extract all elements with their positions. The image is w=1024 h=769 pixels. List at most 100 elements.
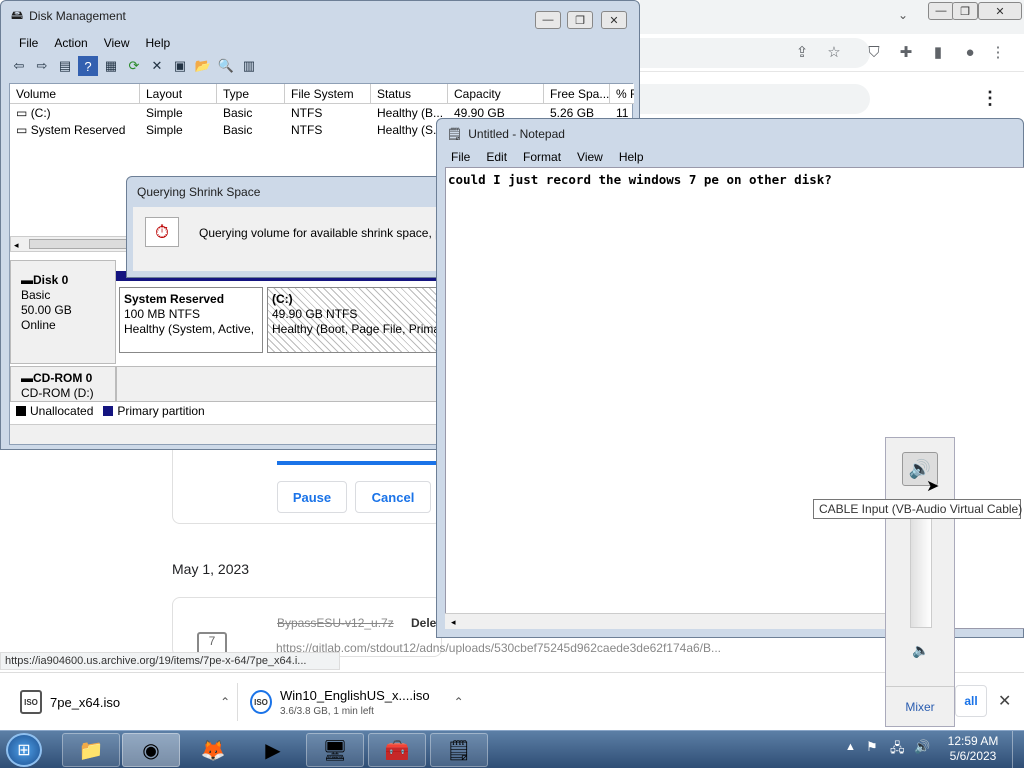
clock[interactable]: 12:59 AM 5/6/2023 (944, 734, 1002, 764)
chevron-up-icon[interactable]: ⌃ (454, 695, 464, 709)
view-icon[interactable]: ▦ (101, 56, 121, 76)
shelf-item-progress: 3.6/3.8 GB, 1 min left (280, 705, 374, 717)
pause-button[interactable]: Pause (277, 481, 347, 513)
menu-view[interactable]: View (104, 36, 130, 50)
forward-icon[interactable]: ⇨ (32, 56, 52, 76)
notepad-icon: 🗒 (447, 127, 463, 141)
col-filesystem[interactable]: File System (285, 84, 371, 104)
chevron-down-icon[interactable]: ⌄ (898, 8, 908, 22)
cell-volume: (C:) (30, 106, 51, 120)
menu-help[interactable]: Help (146, 36, 171, 50)
horizontal-scrollbar[interactable]: ◂ (445, 613, 885, 629)
volume-tray-icon[interactable]: 🔊 (914, 739, 930, 755)
window-title: Disk Management (29, 9, 126, 23)
partition-c-drive[interactable]: (C:) 49.90 GB NTFS Healthy (Boot, Page F… (267, 287, 440, 353)
console-tree-icon[interactable]: ▤ (55, 56, 75, 76)
profile-avatar-icon[interactable]: ● (958, 40, 982, 64)
start-button[interactable]: ⊞ (6, 733, 42, 767)
old-download-name[interactable]: BypassESU-v12_u.7z (277, 616, 394, 630)
old-download-url[interactable]: https://gitlab.com/stdout12/adns/uploads… (276, 641, 721, 655)
menu-action[interactable]: Action (54, 36, 87, 50)
mixer-link[interactable]: Mixer (886, 686, 954, 726)
scrollbar-thumb[interactable] (29, 239, 139, 249)
disk0-state: Online (21, 318, 56, 332)
network-icon[interactable]: 🖧 (890, 739, 905, 761)
menu-bar: File Action View Help (11, 33, 170, 53)
cdrom-media[interactable] (116, 366, 440, 402)
col-percent-free[interactable]: % F (610, 84, 634, 104)
col-status[interactable]: Status (371, 84, 448, 104)
cell-fs: NTFS (291, 106, 323, 120)
clock-date: 5/6/2023 (949, 749, 997, 763)
extensions-icon[interactable]: ✚ (894, 40, 918, 64)
partition-name: System Reserved (124, 292, 225, 306)
show-all-button[interactable]: all (955, 685, 987, 717)
download-shelf: ISO 7pe_x64.iso ⌃ ISO Win10_EnglishUS_x.… (0, 672, 1024, 730)
maximize-button[interactable]: ❐ (952, 2, 978, 20)
cdrom-name: CD-ROM 0 (33, 371, 93, 385)
shelf-item-name: 7pe_x64.iso (50, 694, 121, 710)
maximize-button[interactable]: ❐ (567, 11, 593, 29)
close-shelf-icon[interactable]: ✕ (998, 691, 1011, 711)
volume-slider[interactable] (910, 518, 932, 628)
help-icon[interactable]: ? (78, 56, 98, 76)
disk-icon: 🖴 (11, 7, 24, 22)
cancel-button[interactable]: Cancel (355, 481, 431, 513)
chrome-taskbar-icon[interactable]: ◉ (122, 733, 180, 767)
delete-link[interactable]: Dele (411, 616, 436, 630)
menu-view[interactable]: View (577, 150, 603, 164)
chevron-up-icon[interactable]: ⌃ (220, 695, 230, 709)
share-icon[interactable]: ⇪ (790, 40, 814, 64)
bookmark-star-icon[interactable]: ☆ (822, 40, 846, 64)
layout-icon[interactable]: ▥ (239, 56, 259, 76)
delete-icon[interactable]: ✕ (147, 56, 167, 76)
firefox-taskbar-icon[interactable]: 🦊 (184, 733, 242, 767)
toolbox-taskbar-icon[interactable]: 🧰 (368, 733, 426, 767)
cell-volume: System Reserved (30, 123, 126, 137)
col-free-space[interactable]: Free Spa... (544, 84, 610, 104)
downloads-more-icon[interactable]: ⋮ (978, 86, 1002, 110)
menu-file[interactable]: File (19, 36, 38, 50)
explorer-taskbar-icon[interactable]: 📁 (62, 733, 120, 767)
notepad-taskbar-icon[interactable]: 🗒 (430, 733, 488, 767)
shelf-item-7pe[interactable]: ISO 7pe_x64.iso ⌃ (20, 673, 230, 731)
col-volume[interactable]: Volume (10, 84, 140, 104)
properties-icon[interactable]: ▣ (170, 56, 190, 76)
open-folder-icon[interactable]: 📂 (193, 56, 213, 76)
drive-icon: ▭ (16, 106, 28, 120)
chrome-toolbar: ⇪ ☆ ⛉ ✚ ▮ ● ⋮ (640, 34, 1024, 72)
side-panel-icon[interactable]: ▮ (926, 40, 950, 64)
close-button[interactable]: ✕ (978, 2, 1022, 20)
mute-icon[interactable]: 🔈 (912, 642, 929, 659)
menu-file[interactable]: File (451, 150, 470, 164)
col-type[interactable]: Type (217, 84, 285, 104)
search-icon[interactable]: 🔍 (216, 56, 236, 76)
media-player-taskbar-icon[interactable]: ▶ (244, 733, 302, 767)
cdrom-info[interactable]: ▬CD-ROM 0 CD-ROM (D:) (10, 366, 116, 402)
dialog-message: Querying volume for available shrink spa… (199, 226, 471, 240)
chrome-menu-icon[interactable]: ⋮ (986, 40, 1010, 64)
partition-system-reserved[interactable]: System Reserved 100 MB NTFS Healthy (Sys… (119, 287, 263, 353)
scroll-left-icon[interactable]: ◂ (11, 240, 19, 250)
downloads-search-input[interactable] (640, 84, 870, 114)
status-bar (10, 424, 440, 444)
menu-help[interactable]: Help (619, 150, 644, 164)
minimize-button[interactable]: — (535, 11, 561, 29)
tooltip: CABLE Input (VB-Audio Virtual Cable) (813, 499, 1022, 519)
disk-management-taskbar-icon[interactable]: 🖥 (306, 733, 364, 767)
col-layout[interactable]: Layout (140, 84, 217, 104)
shelf-item-win10[interactable]: ISO Win10_EnglishUS_x....iso 3.6/3.8 GB,… (250, 673, 464, 731)
menu-edit[interactable]: Edit (486, 150, 507, 164)
minimize-button[interactable]: — (928, 2, 954, 20)
show-hidden-icons[interactable]: ▲ (845, 741, 856, 753)
action-center-icon[interactable]: ⚑ (866, 739, 878, 755)
close-button[interactable]: ✕ (601, 11, 627, 29)
col-capacity[interactable]: Capacity (448, 84, 544, 104)
show-desktop-button[interactable] (1012, 731, 1024, 769)
menu-format[interactable]: Format (523, 150, 561, 164)
ublock-icon[interactable]: ⛉ (862, 40, 886, 64)
back-icon[interactable]: ⇦ (9, 56, 29, 76)
cdrom-drive: CD-ROM (D:) (21, 386, 94, 400)
refresh-icon[interactable]: ⟳ (124, 56, 144, 76)
disk0-info[interactable]: ▬Disk 0 Basic 50.00 GB Online (10, 260, 116, 364)
